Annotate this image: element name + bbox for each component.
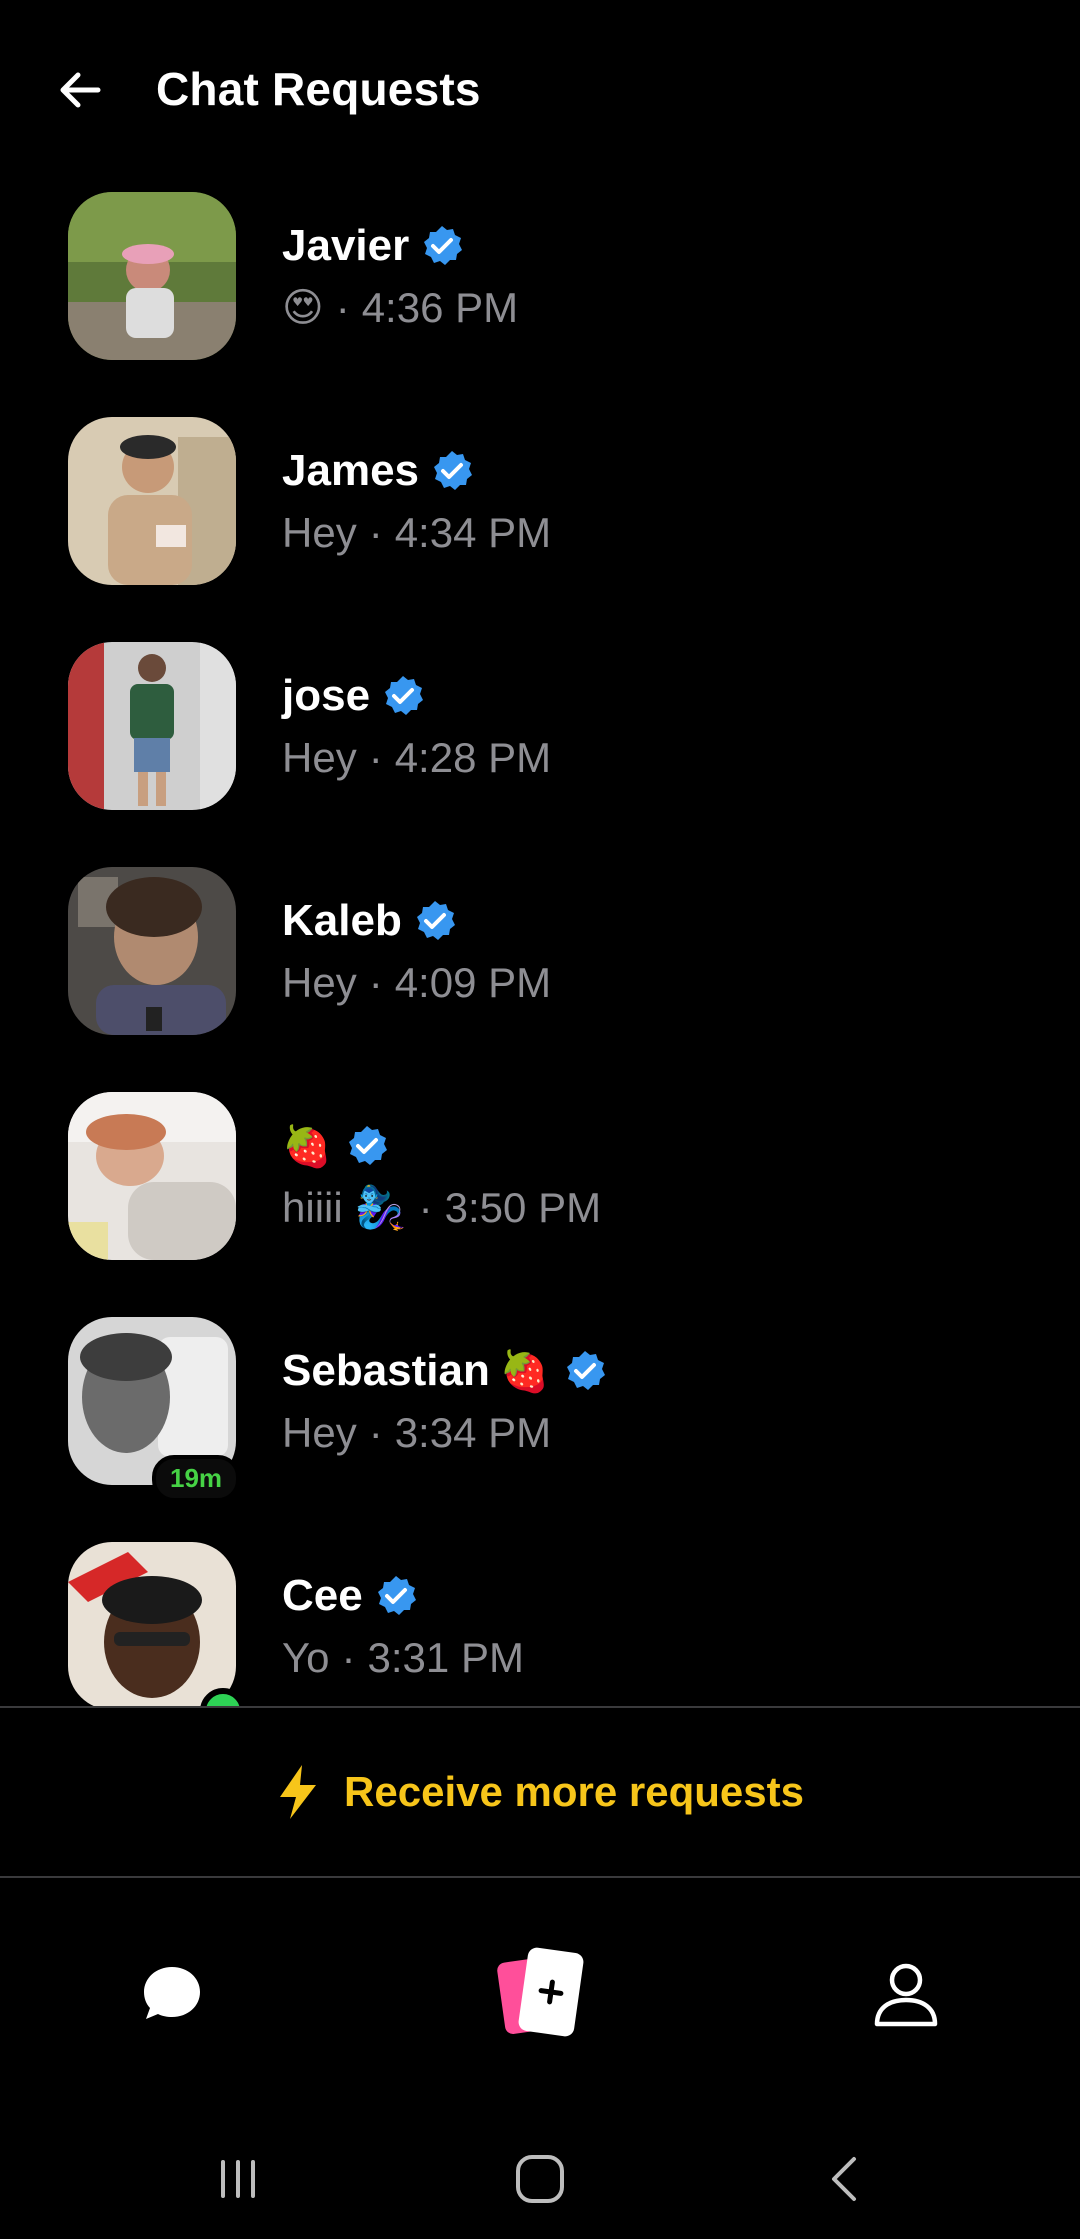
back-nav-button[interactable] [804, 2144, 884, 2214]
timestamp: 4:34 PM [394, 509, 552, 556]
verified-badge-icon [434, 451, 473, 490]
receive-more-label: Receive more requests [344, 1768, 804, 1815]
sender-name: Sebastian [282, 1346, 490, 1395]
request-preview: 😍 · 4:36 PM [282, 280, 518, 336]
chat-requests-list: Javier 😍 · 4:36 PM James Hey · 4:34 PM j… [0, 180, 1080, 1706]
timestamp: 3:50 PM [444, 1184, 602, 1231]
name-emoji: 🍓 [499, 1348, 550, 1395]
chevron-left-icon [832, 2157, 856, 2201]
request-name-line: Sebastian 🍓 [282, 1343, 608, 1399]
request-preview: hiiii 🧞‍♀️ · 3:50 PM [282, 1180, 601, 1236]
timestamp: 3:34 PM [394, 1409, 552, 1456]
avatar [68, 192, 236, 360]
name-emoji: 🍓 [282, 1123, 332, 1170]
list-item[interactable]: Kaleb Hey · 4:09 PM [0, 855, 1080, 1080]
sender-name: Javier [282, 221, 410, 270]
timestamp: 4:36 PM [361, 284, 519, 331]
avatar [68, 867, 236, 1035]
message-preview: Hey [282, 734, 357, 781]
avatar [68, 1542, 236, 1706]
page-title: Chat Requests [156, 63, 481, 115]
tab-profile[interactable] [846, 1878, 966, 2108]
receive-more-requests-button[interactable]: Receive more requests [0, 1708, 1080, 1876]
request-name-line: Cee [282, 1568, 419, 1624]
separator-dot: · [341, 1634, 356, 1681]
timestamp: 4:09 PM [394, 959, 552, 1006]
message-preview: hiiii 🧞‍♀️ [282, 1183, 407, 1231]
message-preview: Hey [282, 1409, 357, 1456]
story-time-badge: 19m [152, 1455, 241, 1502]
verified-badge-icon [377, 1576, 416, 1615]
tab-add-card[interactable] [480, 1878, 600, 2108]
request-name-line: James [282, 443, 475, 499]
avatar [68, 642, 236, 810]
request-name-line: jose [282, 668, 426, 724]
timestamp: 4:28 PM [394, 734, 552, 781]
separator-dot: · [418, 1184, 433, 1231]
separator-dot: · [368, 509, 383, 556]
avatar [68, 417, 236, 585]
recents-icon [221, 2160, 255, 2198]
request-preview: Hey · 3:34 PM [282, 1405, 551, 1461]
header: Chat Requests [0, 0, 1080, 180]
separator-dot: · [368, 734, 383, 781]
request-name-line: 🍓 [282, 1118, 390, 1174]
message-preview: Hey [282, 509, 357, 556]
sender-name: jose [282, 671, 371, 720]
list-item[interactable]: Cee Yo · 3:31 PM [0, 1530, 1080, 1706]
verified-badge-icon [424, 226, 463, 265]
tab-chats[interactable] [112, 1878, 232, 2108]
verified-badge-icon [385, 676, 424, 715]
timestamp: 3:31 PM [367, 1634, 524, 1681]
sender-name: Cee [282, 1571, 363, 1620]
request-preview: Yo · 3:31 PM [282, 1630, 524, 1686]
request-preview: Hey · 4:28 PM [282, 730, 551, 786]
lightning-icon [280, 1765, 317, 1819]
message-preview: Hey [282, 959, 357, 1006]
separator-dot: · [335, 284, 350, 331]
request-name-line: Javier [282, 218, 465, 274]
arrow-left-icon [60, 72, 101, 108]
list-item[interactable]: 🍓 hiiii 🧞‍♀️ · 3:50 PM [0, 1080, 1080, 1305]
profile-icon [874, 1963, 938, 2027]
verified-badge-icon [566, 1351, 605, 1390]
back-button[interactable] [50, 60, 110, 120]
add-card-icon [497, 1947, 584, 2037]
verified-badge-icon [416, 901, 455, 940]
message-preview: Yo [282, 1634, 330, 1681]
verified-badge-icon [348, 1126, 387, 1165]
home-button[interactable] [500, 2144, 580, 2214]
list-item[interactable]: James Hey · 4:34 PM [0, 405, 1080, 630]
bottom-tab-bar [0, 1878, 1080, 2108]
message-preview: 😍 [282, 285, 324, 331]
request-preview: Hey · 4:09 PM [282, 955, 551, 1011]
sender-name: James [282, 446, 420, 495]
chat-icon [144, 1967, 200, 2019]
list-item[interactable]: Javier 😍 · 4:36 PM [0, 180, 1080, 405]
separator-dot: · [368, 1409, 383, 1456]
separator-dot: · [368, 959, 383, 1006]
home-icon [516, 2155, 564, 2203]
request-name-line: Kaleb [282, 893, 458, 949]
list-item[interactable]: jose Hey · 4:28 PM [0, 630, 1080, 855]
avatar [68, 1092, 236, 1260]
list-item[interactable]: 19m Sebastian 🍓 Hey · 3:34 PM [0, 1305, 1080, 1530]
recent-apps-button[interactable] [198, 2144, 278, 2214]
sender-name: Kaleb [282, 896, 402, 945]
system-navigation-bar [0, 2108, 1080, 2239]
request-preview: Hey · 4:34 PM [282, 505, 551, 561]
